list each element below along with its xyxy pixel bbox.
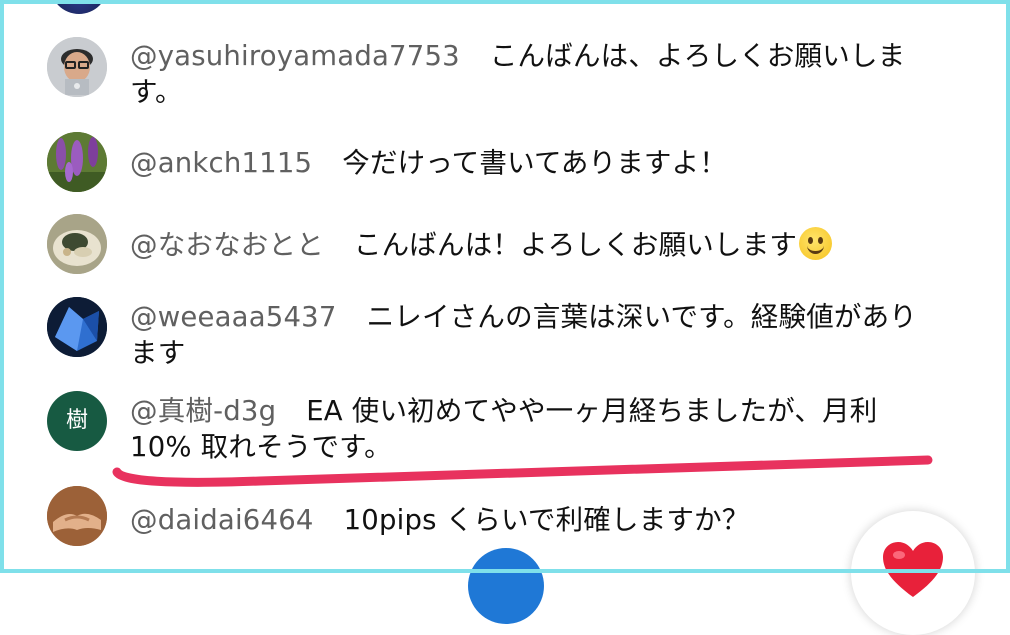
chat-message-text: @なおなおとと こんばんは！よろしくお願いします [130, 227, 960, 263]
avatar-letter: 樹 [65, 408, 88, 433]
chat-author[interactable]: @yasuhiroyamada7753 [130, 40, 460, 72]
chat-message-text: @daidai6464 10pips くらいで利確しますか？ [130, 502, 960, 538]
chat-message-body: こんばんは！よろしくお願いします [353, 229, 798, 261]
person-with-glasses-avatar[interactable] [47, 37, 107, 97]
chat-author[interactable]: @daidai6464 [130, 504, 314, 536]
purple-flowers-avatar[interactable] [47, 132, 107, 192]
like-button[interactable] [851, 511, 975, 635]
letter-avatar[interactable]: 樹 [47, 391, 107, 451]
chat-message-text: @ankch1115 今だけって書いてありますよ！ [130, 145, 960, 181]
chat-message-body: こんばんは、よろしくお願いしま [489, 40, 906, 72]
handshake-avatar[interactable] [47, 486, 107, 546]
food-photo-avatar[interactable] [47, 214, 107, 274]
chat-message-body: EA 使い初めてやや一ヶ月経ちましたが、月利 [306, 395, 878, 427]
chat-author[interactable]: @なおなおとと [130, 229, 324, 261]
blue-crystal-avatar[interactable] [47, 297, 107, 357]
live-chat-list: @yasuhiroyamada7753 こんばんは、よろしくお願いします。 @an… [0, 0, 1010, 573]
chat-author[interactable]: @weeaaa5437 [130, 301, 337, 333]
chat-message-body-cont: ます [130, 337, 186, 369]
chat-message-text: @weeaaa5437 ニレイさんの言葉は深いです。経験値があります [130, 299, 960, 371]
smiling-face-emoji [799, 227, 833, 260]
chat-message-text: @yasuhiroyamada7753 こんばんは、よろしくお願いします。 [130, 38, 960, 110]
chat-message-text: @真樹-d3g EA 使い初めてやや一ヶ月経ちましたが、月利 10% 取れそうです。 [130, 393, 960, 465]
circle-button[interactable] [468, 548, 544, 624]
chat-message-body-cont: す。 [130, 76, 183, 108]
chat-message-body: 10pips くらいで利確しますか？ [343, 504, 750, 536]
chat-message-body-cont: 10% 取れそうです。 [130, 431, 392, 463]
chat-message-body: 今だけって書いてありますよ！ [342, 147, 728, 179]
heart-icon [883, 542, 943, 597]
chat-author[interactable]: @ankch1115 [130, 147, 312, 179]
chat-message-body: ニレイさんの言葉は深いです。経験値があり [366, 301, 918, 333]
chat-author[interactable]: @真樹-d3g [130, 395, 276, 427]
